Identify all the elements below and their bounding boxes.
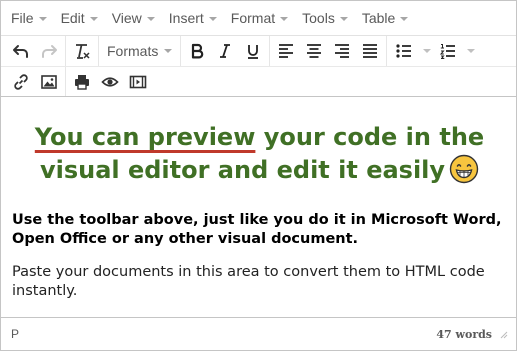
print-button[interactable] (68, 69, 96, 95)
bold-button[interactable] (183, 38, 211, 64)
media-icon (129, 75, 147, 88)
menu-insert-label: Insert (168, 10, 204, 26)
menu-file-label: File (11, 10, 34, 26)
menu-insert[interactable]: Insert (163, 4, 223, 32)
italic-icon (220, 44, 231, 58)
formats-dropdown[interactable]: Formats (101, 38, 178, 64)
preview-button[interactable] (96, 69, 124, 95)
text-style-group (181, 36, 271, 66)
image-icon (41, 74, 57, 89)
content-heading: You can preview your code in the visual … (12, 121, 507, 187)
redo-button[interactable] (35, 38, 63, 64)
menu-table[interactable]: Table (356, 4, 414, 32)
bold-icon (192, 43, 204, 59)
chevron-down-icon (339, 16, 348, 21)
history-group (5, 36, 66, 66)
undo-button[interactable] (7, 38, 35, 64)
chevron-down-icon (38, 16, 47, 21)
numbered-list-icon (440, 44, 456, 59)
underline-button[interactable] (239, 38, 267, 64)
preview-eye-icon (101, 76, 119, 87)
align-justify-icon (363, 44, 378, 58)
align-center-icon (307, 44, 322, 58)
menu-edit-label: Edit (60, 10, 85, 26)
bullet-list-button[interactable] (389, 38, 433, 64)
redo-icon (42, 45, 57, 58)
menu-format-label: Format (230, 10, 276, 26)
alignment-group (270, 36, 388, 66)
menubar: File Edit View Insert Format Tools Table (1, 1, 516, 36)
bullet-list-icon (396, 44, 412, 58)
chevron-down-icon[interactable] (467, 49, 476, 53)
menu-tools-label: Tools (302, 10, 335, 26)
grinning-face-emoji-icon (449, 154, 479, 184)
element-path[interactable]: P (11, 327, 19, 341)
insert-group (5, 67, 66, 96)
align-justify-button[interactable] (356, 38, 384, 64)
align-right-button[interactable] (328, 38, 356, 64)
print-icon (75, 74, 89, 90)
numbered-list-button[interactable] (433, 38, 477, 64)
bold-paragraph: Use the toolbar above, just like you do … (12, 212, 502, 247)
insert-media-button[interactable] (124, 69, 152, 95)
word-count: 47 words (436, 327, 492, 341)
undo-icon (13, 45, 28, 58)
menu-format[interactable]: Format (225, 4, 294, 32)
body-paragraph: Paste your documents in this area to con… (12, 264, 485, 299)
toolbar-row-2 (1, 67, 516, 97)
resize-handle-icon[interactable] (498, 329, 508, 339)
statusbar: P 47 words (1, 317, 516, 350)
heading-underlined-text: You can preview (34, 123, 256, 151)
chevron-down-icon (89, 16, 98, 21)
link-icon (14, 73, 28, 90)
menu-view[interactable]: View (106, 4, 161, 32)
underline-icon (248, 45, 259, 59)
align-left-icon (279, 44, 294, 58)
view-group (66, 67, 154, 96)
align-center-button[interactable] (300, 38, 328, 64)
clear-formatting-icon (76, 44, 90, 59)
insert-image-button[interactable] (35, 69, 63, 95)
menu-edit[interactable]: Edit (55, 4, 104, 32)
menu-table-label: Table (361, 10, 396, 26)
chevron-down-icon (164, 49, 173, 53)
chevron-down-icon (146, 16, 155, 21)
word-count-wrap: 47 words (436, 328, 508, 341)
formats-group: Formats (99, 36, 182, 66)
chevron-down-icon (280, 16, 289, 21)
menu-file[interactable]: File (5, 4, 53, 32)
align-left-button[interactable] (272, 38, 300, 64)
menu-view-label: View (111, 10, 142, 26)
rich-text-editor: File Edit View Insert Format Tools Table… (0, 0, 517, 351)
italic-button[interactable] (211, 38, 239, 64)
list-group (387, 36, 479, 66)
editor-content-area[interactable]: You can preview your code in the visual … (2, 98, 517, 317)
chevron-down-icon[interactable] (423, 49, 432, 53)
chevron-down-icon (208, 16, 217, 21)
menu-tools[interactable]: Tools (296, 4, 354, 32)
align-right-icon (335, 44, 350, 58)
formats-label: Formats (107, 43, 159, 59)
insert-link-button[interactable] (7, 69, 35, 95)
toolbar-row-1: Formats (1, 36, 516, 67)
clear-formatting-button[interactable] (68, 38, 96, 64)
clear-format-group (66, 36, 99, 66)
chevron-down-icon (400, 16, 409, 21)
